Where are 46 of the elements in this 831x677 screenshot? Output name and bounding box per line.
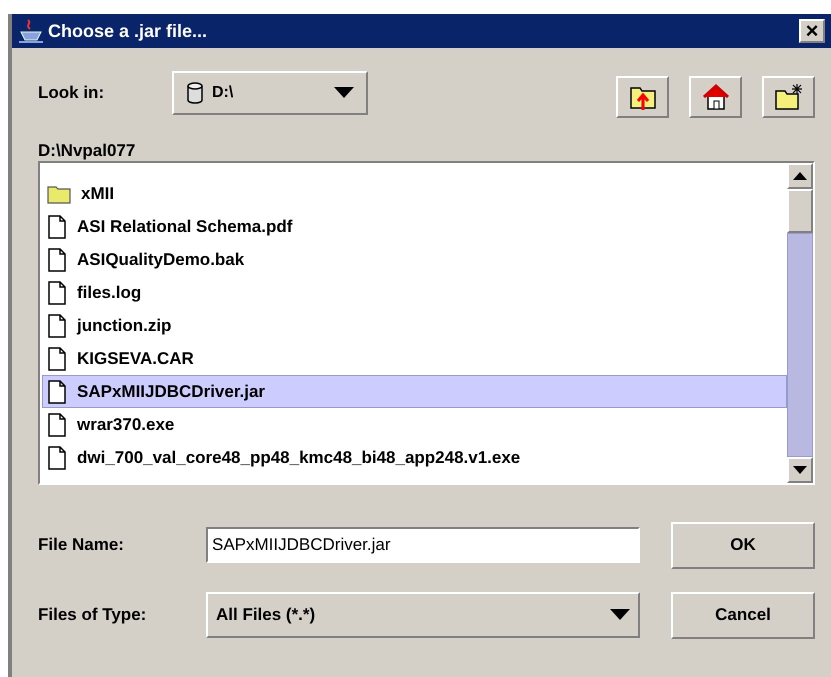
file-list-item[interactable]: files.log bbox=[42, 276, 787, 309]
toolbar-button[interactable] bbox=[616, 76, 669, 118]
cup-icon bbox=[18, 18, 44, 44]
file-list-item[interactable]: KIGSEVA.CAR bbox=[42, 342, 787, 375]
up-arrow-icon bbox=[793, 172, 807, 180]
file-name-label: File Name: bbox=[38, 534, 125, 556]
scroll-up-button[interactable] bbox=[787, 163, 813, 189]
down-arrow-icon bbox=[793, 466, 807, 474]
file-icon bbox=[47, 380, 67, 404]
drive-icon bbox=[186, 82, 204, 104]
file-icon bbox=[47, 280, 67, 304]
folder-icon bbox=[47, 184, 71, 204]
home-icon bbox=[702, 82, 730, 112]
file-list-item[interactable]: xMII bbox=[42, 177, 787, 210]
caret-icon bbox=[334, 87, 354, 99]
file-icon bbox=[47, 248, 67, 272]
look-in-label: Look in: bbox=[38, 82, 106, 104]
files-of-type-label: Files of Type: bbox=[38, 604, 148, 626]
files-of-type-dropdown[interactable]: All Files (*.*) bbox=[206, 592, 640, 638]
file-icon bbox=[47, 214, 67, 238]
files-of-type-value: All Files (*.*) bbox=[216, 604, 316, 626]
cancel-button[interactable]: Cancel bbox=[671, 592, 815, 638]
toolbar-button[interactable] bbox=[689, 76, 742, 118]
scroll-thumb[interactable] bbox=[787, 189, 813, 233]
file-list-item[interactable]: ASIQualityDemo.bak bbox=[42, 243, 787, 276]
file-icon bbox=[47, 346, 67, 370]
close-button[interactable]: × bbox=[799, 19, 825, 43]
file-name-field[interactable]: SAPxMIIJDBCDriver.jar bbox=[206, 527, 640, 563]
file-list-item[interactable]: dwi_700_val_core48_pp48_kmc48_bi48_app248.v1.exe bbox=[42, 441, 787, 474]
file-list-item[interactable]: wrar370.exe bbox=[42, 408, 787, 441]
look-in-dropdown[interactable]: D:\ bbox=[172, 71, 368, 115]
new-folder-icon bbox=[774, 82, 804, 112]
look-in-value: D:\ bbox=[212, 83, 234, 103]
ok-button[interactable]: OK bbox=[671, 522, 815, 568]
file-icon bbox=[47, 412, 67, 436]
scrollbar[interactable] bbox=[787, 163, 813, 483]
file-icon bbox=[47, 446, 67, 470]
file-list-item[interactable]: SAPxMIIJDBCDriver.jar bbox=[42, 375, 787, 408]
window-title: Choose a .jar file... bbox=[48, 20, 208, 43]
scroll-down-button[interactable] bbox=[787, 457, 813, 483]
path-label: D:\Nvpal077 bbox=[38, 141, 136, 161]
file-icon bbox=[47, 314, 67, 338]
toolbar-button[interactable] bbox=[762, 76, 815, 118]
file-list-item[interactable]: ASI Relational Schema.pdf bbox=[42, 210, 787, 243]
file-list-item[interactable]: junction.zip bbox=[42, 309, 787, 342]
caret-icon bbox=[610, 609, 630, 621]
